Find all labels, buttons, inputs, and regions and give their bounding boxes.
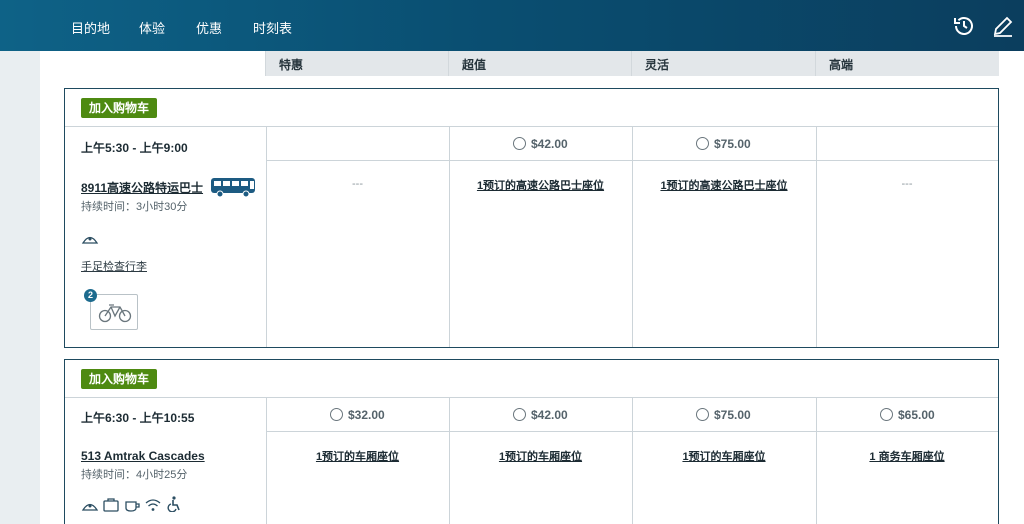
departure-time: 上午5:30 - 上午9:00 [81,141,188,155]
seat-unavailable: --- [352,178,363,190]
fare-radio[interactable] [513,137,526,150]
departure-time: 上午6:30 - 上午10:55 [81,411,195,425]
trip-card-header: 加入购物车 [65,89,998,127]
add-to-cart-button[interactable]: 加入购物车 [81,369,158,389]
bag-icon [81,503,99,511]
left-gutter [0,51,40,524]
accessibility-icon [167,496,180,512]
wifi-bag-icon [81,236,99,244]
nav-destinations[interactable]: 目的地 [71,18,110,37]
seat-info-link[interactable]: 1预订的车厢座位 [632,448,816,464]
schedule-results: 特惠 超值 灵活 高端 加入购物车 上午5:30 - 上午9:00 8911高速… [40,51,1024,524]
bus-icon [211,178,255,198]
fare-radio[interactable] [513,408,526,421]
fare-option-value[interactable]: $42.00 [513,137,568,153]
bike-count-badge: 2 [84,289,97,302]
fare-option-premium[interactable]: $65.00 [880,408,935,424]
fare-radio[interactable] [696,408,709,421]
route-link[interactable]: 513 Amtrak Cascades [81,449,205,463]
wifi-icon [145,499,161,511]
trip-card-header: 加入购物车 [65,360,998,398]
nav-schedules[interactable]: 时刻表 [253,18,292,37]
cafe-icon [125,501,140,512]
trip-duration: 持续时间：3小时30分 [81,201,188,213]
fare-option-flexible[interactable]: $75.00 [696,137,751,153]
fare-radio[interactable] [696,137,709,150]
fare-option-flexible[interactable]: $75.00 [696,408,751,424]
seat-unavailable: --- [901,178,913,190]
add-to-cart-button[interactable]: 加入购物车 [81,98,158,118]
trip-duration: 持续时间：4小时25分 [81,469,188,481]
seat-info-link[interactable]: 1预订的车厢座位 [266,448,449,464]
seat-info-link[interactable]: 1 商务车厢座位 [816,448,998,464]
trip-card: 加入购物车 上午5:30 - 上午9:00 8911高速公路特运巴士 持续时间：… [64,88,999,348]
fare-option-value[interactable]: $42.00 [513,408,568,424]
nav-deals[interactable]: 优惠 [196,18,222,37]
seat-info-link[interactable]: 1预订的车厢座位 [449,448,632,464]
bicycle-icon [98,304,132,323]
edit-icon[interactable] [991,14,1015,38]
fare-radio[interactable] [330,408,343,421]
fare-option-saver[interactable]: $32.00 [330,408,385,424]
trip-card: 加入购物车 上午6:30 - 上午10:55 513 Amtrak Cascad… [64,359,999,524]
fare-header-saver: 特惠 [265,51,449,76]
fare-header-premium: 高端 [815,51,999,76]
fare-radio[interactable] [880,408,893,421]
route-link[interactable]: 8911高速公路特运巴士 [81,179,203,196]
fare-header-value: 超值 [448,51,632,76]
nav-experiences[interactable]: 体验 [139,18,165,37]
fare-header-flexible: 灵活 [631,51,815,76]
bike-reservation-box[interactable] [90,294,138,330]
history-icon[interactable] [952,14,976,38]
checked-baggage-link[interactable]: 手足检查行李 [81,258,147,274]
luggage-icon [103,498,119,512]
seat-info-link[interactable]: 1预订的高速公路巴士座位 [449,177,632,193]
top-navigation: 目的地 体验 优惠 时刻表 [0,0,1024,51]
seat-info-link[interactable]: 1预订的高速公路巴士座位 [632,177,816,193]
